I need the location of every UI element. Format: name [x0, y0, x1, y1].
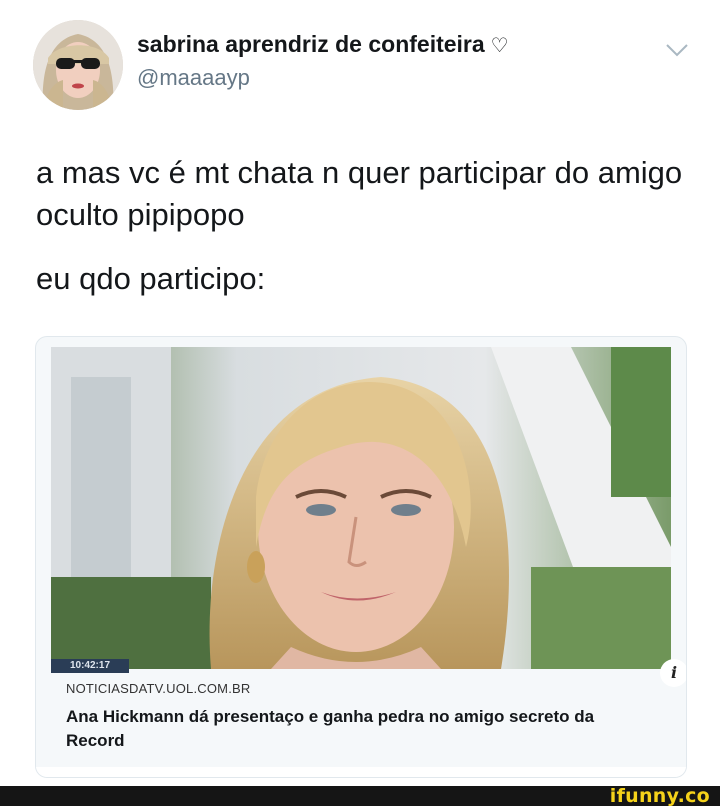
tweet-body: a mas vc é mt chata n quer participar do… — [36, 152, 696, 322]
link-card[interactable]: 10:42:17 i NOTICIASDATV.UOL.COM.BR Ana H… — [35, 336, 687, 778]
user-handle[interactable]: @maaaayp — [137, 65, 250, 91]
ifunny-logo: ifunny.co — [609, 785, 710, 807]
video-timestamp: 10:42:17 — [51, 659, 129, 673]
chevron-down-icon[interactable] — [664, 42, 690, 58]
heart-icon: ♡ — [490, 35, 509, 57]
avatar-photo — [33, 20, 123, 110]
tweet-paragraph: eu qdo participo: — [36, 261, 266, 296]
card-domain: NOTICIASDATV.UOL.COM.BR — [66, 681, 251, 696]
display-name-text: sabrina aprendriz de confeiteira — [137, 31, 485, 57]
display-name[interactable]: sabrina aprendriz de confeiteira ♡ — [137, 31, 509, 58]
card-image[interactable] — [51, 347, 671, 669]
tweet-header: sabrina aprendriz de confeiteira ♡ @maaaa… — [0, 0, 720, 120]
watermark-bar: ifunny.co — [0, 785, 720, 807]
avatar[interactable] — [33, 20, 123, 110]
info-icon[interactable]: i — [660, 659, 686, 687]
card-footer — [36, 767, 686, 777]
card-title[interactable]: Ana Hickmann dá presentaço e ganha pedra… — [66, 705, 646, 753]
tweet-paragraph: a mas vc é mt chata n quer participar do… — [36, 155, 683, 232]
card-photo — [51, 347, 671, 669]
